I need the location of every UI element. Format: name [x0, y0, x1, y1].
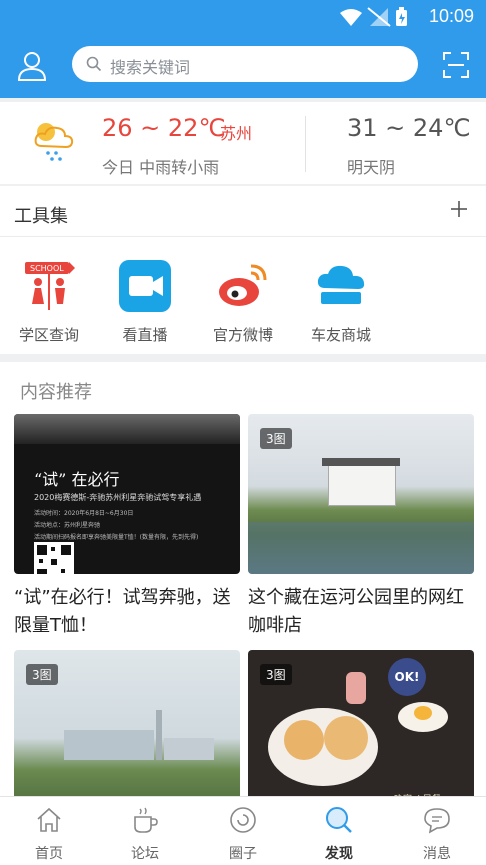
content-section: 内容推荐 “试” 在必行 2020梅赛德斯-奔驰苏州利星奔驰试驾专享礼遇 活动时…: [0, 362, 486, 810]
tab-label: 发现: [325, 846, 353, 862]
post-thumbnail: “试” 在必行 2020梅赛德斯-奔驰苏州利星奔驰试驾专享礼遇 活动时间：202…: [14, 414, 240, 574]
status-bar: 10:09: [0, 0, 486, 32]
post-thumbnail: OK! 玖宴ok早餐 3图: [248, 650, 474, 810]
image-count-badge: 3图: [26, 664, 58, 685]
tools-title: 工具集: [14, 206, 68, 227]
tab-messages[interactable]: 消息: [402, 805, 472, 863]
status-icons: [338, 7, 408, 31]
tool-label: 看直播: [122, 326, 168, 344]
thumb-line: 活动地点：苏州利星奔驰: [34, 522, 101, 529]
weather-card[interactable]: 26 ~ 22℃ 苏州 今日 中雨转小雨 31 ~ 24℃ 明天阴: [0, 102, 486, 184]
message-bubble-icon: [424, 808, 450, 834]
search-input[interactable]: 搜索关键词: [72, 46, 418, 82]
battery-icon: [396, 7, 407, 26]
tab-home[interactable]: 首页: [14, 805, 84, 863]
tab-label: 首页: [35, 846, 63, 862]
weibo-icon: [219, 264, 267, 306]
qr-code-icon: [34, 542, 74, 574]
cloud-mall-icon: [317, 265, 365, 304]
status-time: 10:09: [428, 6, 474, 26]
weather-divider: [305, 116, 306, 172]
today-description: 今日 中雨转小雨: [102, 158, 220, 177]
tools-divider: [0, 236, 486, 237]
thumb-line: 活动期间扫码报名即享奔驰美限量T恤！(数量有限，先到先得): [34, 534, 199, 541]
tab-forum[interactable]: 论坛: [110, 805, 180, 863]
scan-icon[interactable]: [442, 51, 470, 79]
tools-section: 工具集 SCHOOL 学区查询 看直播 官方微博 车友商城: [0, 186, 486, 354]
post-title: 这个藏在运河公园里的网红咖啡店: [248, 587, 464, 636]
tab-discover[interactable]: 发现: [304, 805, 374, 863]
post-thumbnail: 3图: [14, 650, 240, 810]
bottom-tab-bar: 首页 论坛 圈子 发现 消息: [0, 796, 486, 865]
tab-label: 论坛: [131, 846, 159, 862]
tool-live-stream[interactable]: 看直播: [100, 258, 190, 345]
rain-cloud-icon: [34, 123, 74, 161]
wifi-icon: [340, 9, 362, 26]
tool-label: 车友商城: [310, 326, 371, 344]
tool-school-district[interactable]: SCHOOL 学区查询: [4, 258, 94, 345]
weather-city: 苏州: [220, 124, 253, 143]
svg-text:SCHOOL: SCHOOL: [30, 264, 64, 273]
content-title: 内容推荐: [20, 382, 92, 403]
image-count-badge: 3图: [260, 428, 292, 449]
tab-label: 圈子: [229, 846, 257, 862]
thumb-line: 活动时间：2020年6月8日~6月30日: [34, 510, 134, 517]
school-sign-icon: SCHOOL: [25, 262, 75, 310]
search-placeholder: 搜索关键词: [110, 58, 191, 77]
video-camera-icon: [119, 260, 171, 312]
tab-circles[interactable]: 圈子: [208, 805, 278, 863]
today-temperature: 26 ~ 22℃: [102, 114, 226, 142]
tomorrow-temperature: 31 ~ 24℃: [347, 114, 471, 142]
thumb-heading: “试” 在必行: [34, 470, 120, 489]
tool-car-mall[interactable]: 车友商城: [296, 258, 386, 345]
post-title: “试”在必行！试驾奔驰，送限量T恤！: [14, 587, 231, 636]
plus-icon[interactable]: [450, 200, 468, 218]
image-count-badge: 3图: [260, 664, 292, 685]
ok-stamp: OK!: [388, 658, 426, 696]
circle-refresh-icon: [230, 807, 256, 833]
post-thumbnail: 3图: [248, 414, 474, 574]
discover-search-icon: [326, 807, 352, 833]
home-icon: [37, 807, 61, 832]
thumb-subtitle: 2020梅赛德斯-奔驰苏州利星奔驰试驾专享礼遇: [34, 493, 202, 502]
search-icon: [86, 56, 102, 72]
tab-label: 消息: [423, 846, 451, 862]
tool-label: 学区查询: [18, 326, 79, 344]
tool-label: 官方微博: [212, 326, 273, 344]
app-header: 10:09 搜索关键词: [0, 0, 486, 98]
user-avatar-icon[interactable]: [16, 50, 48, 82]
search-row: 搜索关键词: [0, 44, 486, 88]
tool-official-weibo[interactable]: 官方微博: [198, 258, 288, 345]
coffee-cup-icon: [134, 807, 158, 833]
tomorrow-description: 明天阴: [347, 158, 396, 177]
signal-icon: [367, 7, 391, 27]
